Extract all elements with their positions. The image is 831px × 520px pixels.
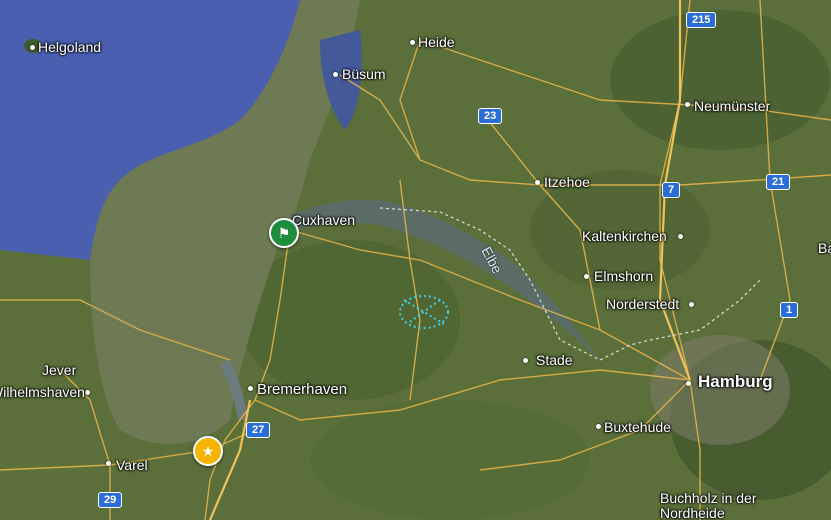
road-shield: 29 [98, 492, 123, 508]
place-dot [85, 390, 90, 395]
place-dot [678, 234, 683, 239]
place-label-itzehoe[interactable]: Itzehoe [544, 174, 590, 190]
road-shield: 23 [478, 108, 503, 124]
place-dot [523, 358, 528, 363]
road-shield: 1 [780, 302, 799, 318]
place-label-partial[interactable]: Ba [818, 240, 831, 256]
place-dot [333, 72, 338, 77]
place-dot [685, 102, 690, 107]
place-label-buxtehude[interactable]: Buxtehude [604, 419, 671, 435]
place-dot [686, 381, 691, 386]
flag-icon: ⚑ [277, 224, 291, 241]
place-label-helgoland[interactable]: Helgoland [38, 39, 101, 55]
place-dot [106, 461, 111, 466]
place-label-neumunster[interactable]: Neumünster [694, 98, 770, 114]
place-label-jever[interactable]: Jever [42, 362, 76, 378]
place-dot [248, 386, 253, 391]
road-shield: 7 [662, 182, 681, 198]
place-label-norderstedt[interactable]: Norderstedt [606, 296, 679, 312]
map-terrain [0, 0, 831, 520]
place-label-wilhelmshaven[interactable]: Wilhelmshaven [0, 384, 85, 400]
place-dot [596, 424, 601, 429]
road-shield: 215 [686, 12, 717, 28]
road-shield: 27 [246, 422, 271, 438]
satellite-map[interactable]: Helgoland Heide Büsum Neumünster Itzehoe… [0, 0, 831, 520]
place-label-kaltenkirchen[interactable]: Kaltenkirchen [582, 228, 667, 244]
place-label-buchholz[interactable]: Buchholz in der Nordheide [660, 491, 770, 520]
start-marker[interactable]: ⚑ [269, 218, 299, 248]
place-dot [689, 302, 694, 307]
place-label-elmshorn[interactable]: Elmshorn [594, 268, 653, 284]
place-label-heide[interactable]: Heide [418, 34, 455, 50]
place-label-stade[interactable]: Stade [536, 352, 573, 368]
place-label-bremerhaven[interactable]: Bremerhaven [257, 382, 347, 398]
place-dot [535, 180, 540, 185]
place-label-varel[interactable]: Varel [116, 457, 148, 473]
place-label-busum[interactable]: Büsum [342, 66, 386, 82]
place-dot [584, 274, 589, 279]
road-shield: 21 [766, 174, 791, 190]
place-dot [410, 40, 415, 45]
favorite-marker[interactable]: ★ [193, 436, 223, 466]
star-icon: ★ [201, 442, 215, 459]
place-label-cuxhaven[interactable]: Cuxhaven [292, 212, 355, 228]
place-label-hamburg[interactable]: Hamburg [698, 373, 773, 390]
place-dot [30, 45, 35, 50]
